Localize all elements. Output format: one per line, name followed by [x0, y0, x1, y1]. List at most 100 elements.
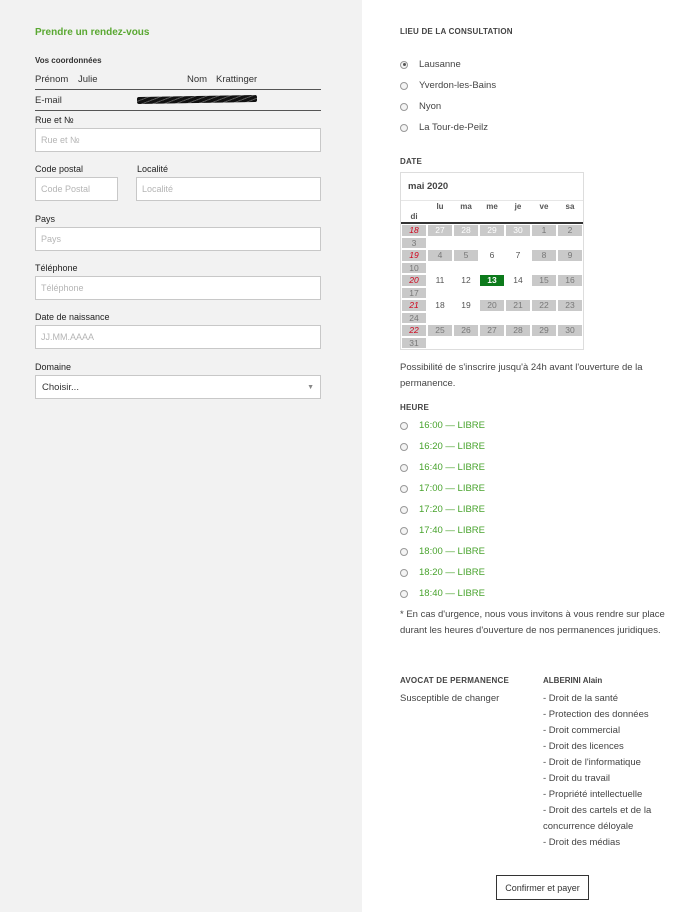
pays-input[interactable] [35, 227, 321, 251]
lieu-option-tour-de-peilz[interactable]: La Tour-de-Peilz [400, 122, 488, 133]
avocat-domains: - Droit de la santé - Protection des donn… [543, 691, 683, 851]
form-title: Prendre un rendez-vous [35, 27, 150, 38]
calendar-day: 10 [401, 261, 427, 274]
radio-icon[interactable] [400, 568, 408, 577]
calendar-day[interactable]: 19 [453, 299, 479, 312]
time-slot[interactable]: 18:20 — LIBRE [400, 567, 485, 578]
calendar-day: 9 [557, 249, 583, 262]
radio-icon[interactable] [400, 421, 408, 430]
rue-input[interactable] [35, 128, 321, 152]
calendar-day: 30 [505, 224, 531, 237]
time-slot-label: 18:40 — LIBRE [419, 588, 486, 599]
calendar-day[interactable]: 18 [427, 299, 453, 312]
name-row-divider [35, 89, 321, 90]
calendar-day: 22 [531, 299, 557, 312]
localite-input[interactable] [136, 177, 321, 201]
confirm-pay-button[interactable]: Confirmer et payer [496, 875, 589, 900]
calendar-day: 16 [557, 274, 583, 287]
avocat-domain-item: - Protection des données [543, 709, 649, 720]
calendar-week-row: 21 18 19 20 21 22 23 24 [401, 299, 583, 324]
time-slot[interactable]: 16:40 — LIBRE [400, 462, 485, 473]
date-naissance-label: Date de naissance [35, 312, 110, 322]
weekday-label: sa [565, 201, 575, 211]
weekday-label: ve [539, 201, 549, 211]
calendar-week-row: 22 25 26 27 28 29 30 31 [401, 324, 583, 349]
date-naissance-input[interactable] [35, 325, 321, 349]
booking-panel: LIEU DE LA CONSULTATION Lausanne Yverdon… [362, 0, 700, 912]
calendar-day: 23 [557, 299, 583, 312]
prenom-label: Prénom [35, 74, 69, 85]
time-slot[interactable]: 17:00 — LIBRE [400, 483, 485, 494]
calendar-day: 29 [531, 324, 557, 337]
calendar-day: 20 [479, 299, 505, 312]
radio-icon[interactable] [400, 589, 408, 598]
calendar-day[interactable]: 7 [505, 249, 531, 262]
time-slot[interactable]: 16:00 — LIBRE [400, 420, 485, 431]
time-slot[interactable]: 17:20 — LIBRE [400, 504, 485, 515]
time-slot-label: 18:20 — LIBRE [419, 567, 486, 578]
calendar-day: 24 [401, 311, 427, 324]
weekday-label: di [410, 212, 418, 222]
calendar: mai 2020 lu ma me je ve sa di 18 27 28 29 30… [400, 172, 584, 350]
code-postal-input[interactable] [35, 177, 118, 201]
time-slot[interactable]: 18:40 — LIBRE [400, 588, 485, 599]
weekday-label: ma [460, 201, 472, 211]
calendar-day[interactable]: 6 [479, 249, 505, 262]
calendar-day[interactable]: 13 [479, 274, 505, 287]
calendar-day[interactable]: 11 [427, 274, 453, 287]
radio-icon[interactable] [400, 81, 408, 90]
calendar-weekdays: lu ma me je ve sa di [401, 200, 583, 224]
calendar-day: 28 [453, 224, 479, 237]
lieu-option-label: Yverdon-les-Bains [419, 80, 497, 91]
calendar-day: 28 [505, 324, 531, 337]
avocat-domain-item: - Droit des cartels et de la concurrence… [543, 805, 652, 832]
lieu-option-lausanne[interactable]: Lausanne [400, 59, 461, 70]
chevron-down-icon: ▼ [307, 383, 314, 391]
week-number: 19 [401, 249, 427, 262]
pays-label: Pays [35, 214, 56, 224]
radio-icon[interactable] [400, 547, 408, 556]
lieu-option-label: Nyon [419, 101, 442, 112]
time-slot[interactable]: 17:40 — LIBRE [400, 525, 485, 536]
radio-icon[interactable] [400, 463, 408, 472]
urgence-note: * En cas d'urgence, nous vous invitons à… [400, 609, 665, 636]
nom-label: Nom [187, 74, 208, 85]
time-slot-label: 17:00 — LIBRE [419, 483, 486, 494]
radio-icon[interactable] [400, 442, 408, 451]
radio-icon[interactable] [400, 484, 408, 493]
date-heading: DATE [400, 157, 422, 166]
email-row-divider [35, 110, 321, 111]
radio-icon[interactable] [400, 102, 408, 111]
time-slot[interactable]: 18:00 — LIBRE [400, 546, 485, 557]
calendar-week-row: 19 4 5 6 7 8 9 10 [401, 249, 583, 274]
email-redacted [136, 94, 258, 105]
email-label: E-mail [35, 95, 62, 106]
calendar-day: 17 [401, 286, 427, 299]
lieu-option-label: La Tour-de-Peilz [419, 122, 489, 133]
radio-icon[interactable] [400, 123, 408, 132]
time-slot[interactable]: 16:20 — LIBRE [400, 441, 485, 452]
calendar-day: 1 [531, 224, 557, 237]
calendar-day: 2 [557, 224, 583, 237]
domaine-select[interactable]: Choisir... ▼ [35, 375, 321, 399]
calendar-day: 21 [505, 299, 531, 312]
calendar-day[interactable]: 12 [453, 274, 479, 287]
telephone-input[interactable] [35, 276, 321, 300]
lieu-option-yverdon[interactable]: Yverdon-les-Bains [400, 80, 496, 91]
weekday-label: me [486, 201, 498, 211]
domaine-select-value: Choisir... [42, 381, 79, 393]
radio-checked-icon[interactable] [400, 60, 408, 69]
calendar-day[interactable]: 14 [505, 274, 531, 287]
nom-value: Krattinger [216, 74, 258, 85]
lieu-option-label: Lausanne [419, 59, 461, 70]
localite-label: Localité [137, 164, 169, 174]
calendar-day: 31 [401, 336, 427, 349]
calendar-day: 27 [427, 224, 453, 237]
calendar-day: 8 [531, 249, 557, 262]
calendar-day: 25 [427, 324, 453, 337]
radio-icon[interactable] [400, 526, 408, 535]
inscription-note: Possibilité de s'inscrire jusqu'à 24h av… [400, 362, 643, 389]
lieu-option-nyon[interactable]: Nyon [400, 101, 441, 112]
radio-icon[interactable] [400, 505, 408, 514]
weekday-label: lu [436, 201, 444, 211]
